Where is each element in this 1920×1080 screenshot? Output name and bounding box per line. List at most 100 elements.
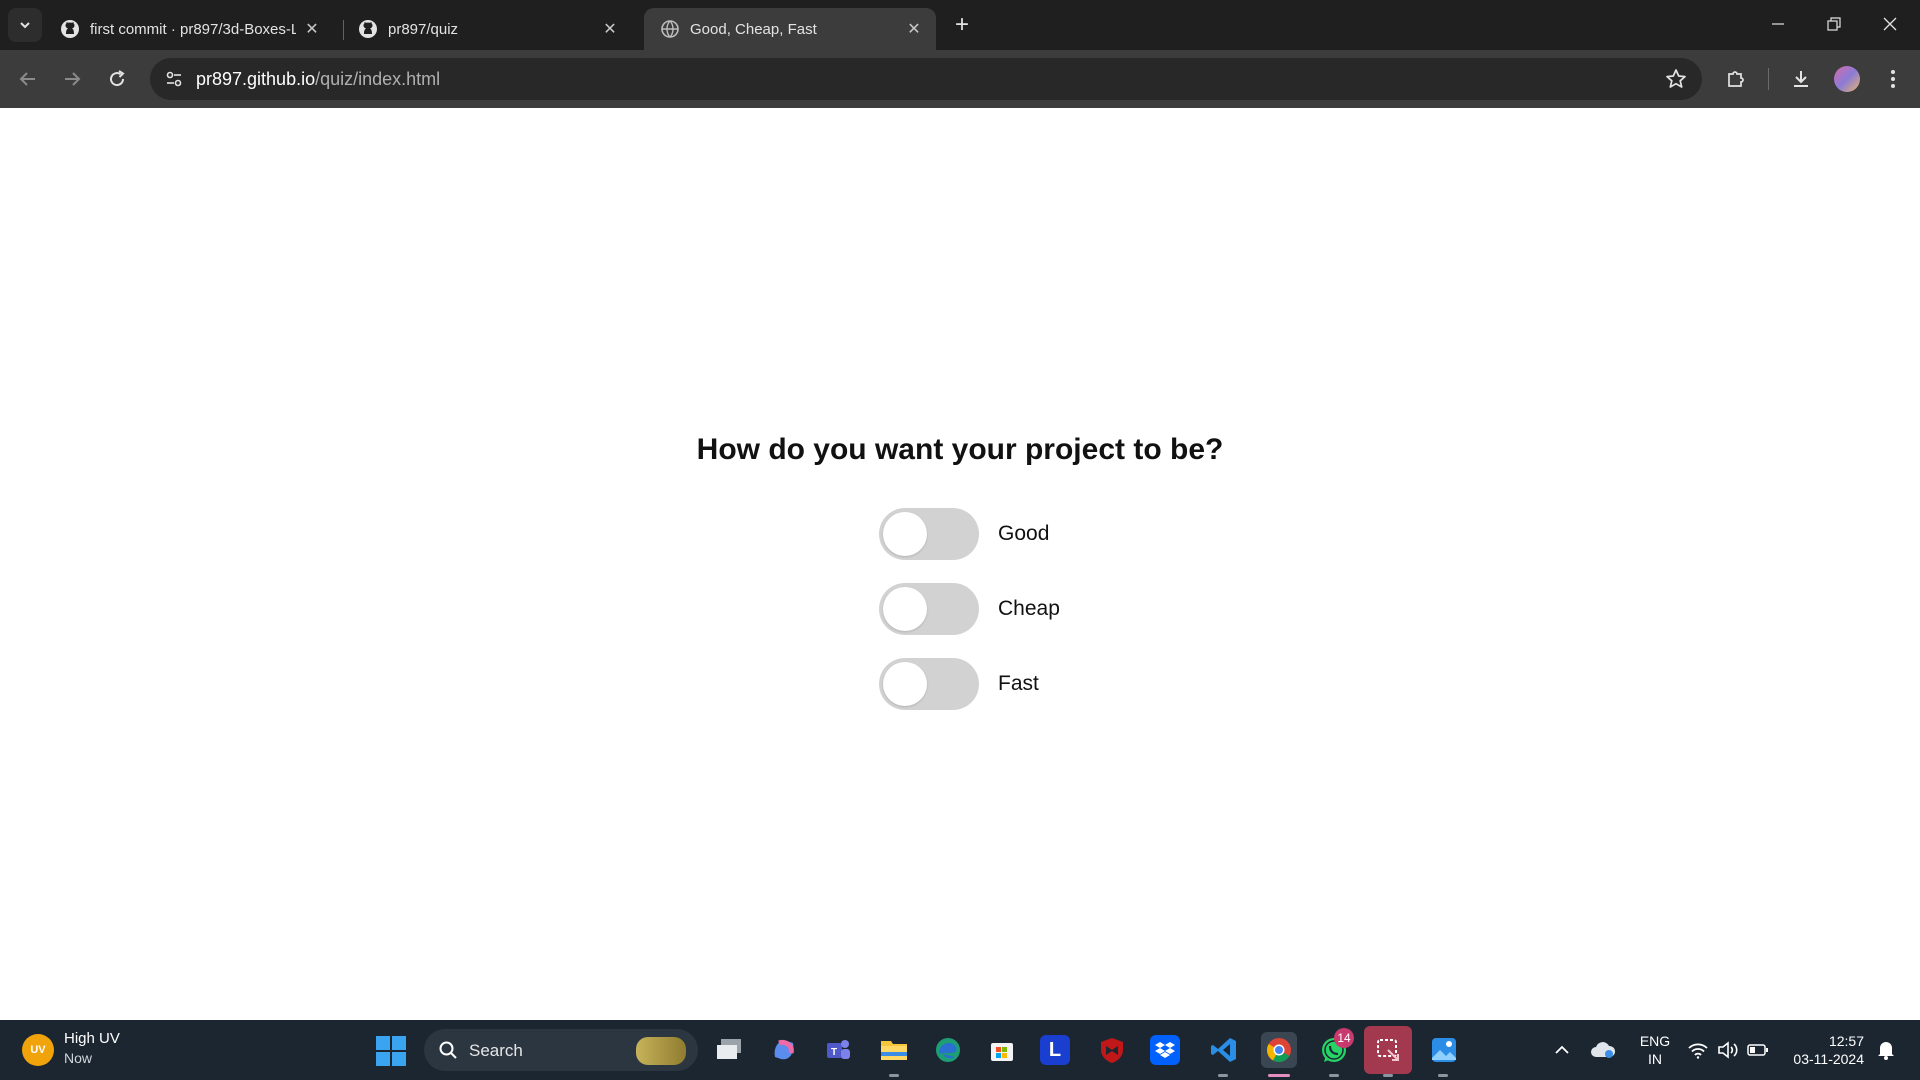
- battery-button[interactable]: [1746, 1038, 1770, 1062]
- notification-badge: 14: [1334, 1028, 1354, 1048]
- option-cheap: Cheap: [879, 583, 1060, 635]
- dropbox-button[interactable]: [1150, 1035, 1180, 1065]
- close-window-button[interactable]: [1862, 0, 1918, 48]
- toggle-knob: [883, 512, 927, 556]
- taskbar-search[interactable]: Search: [424, 1029, 698, 1071]
- windows-taskbar: UV High UV Now Search T L 14 ENG IN 12:5…: [0, 1020, 1920, 1080]
- language-indicator[interactable]: ENG IN: [1634, 1032, 1676, 1068]
- l-app-icon: L: [1048, 1038, 1062, 1061]
- show-hidden-icons-button[interactable]: [1552, 1038, 1572, 1062]
- downloads-button[interactable]: [1785, 63, 1817, 95]
- extensions-button[interactable]: [1720, 63, 1752, 95]
- snipping-tool-button[interactable]: [1364, 1026, 1412, 1074]
- windows-start-button[interactable]: [376, 1036, 406, 1066]
- notifications-button[interactable]: [1875, 1038, 1897, 1062]
- tab-label: pr897/quiz: [388, 20, 459, 38]
- new-tab-button[interactable]: +: [948, 11, 976, 39]
- tab-first-commit[interactable]: first commit · pr897/3d-Boxes-L ✕: [44, 8, 334, 50]
- option-label: Cheap: [998, 597, 1060, 620]
- dropbox-icon: [1155, 1042, 1175, 1058]
- volume-button[interactable]: [1716, 1038, 1740, 1062]
- tab-search-button[interactable]: [8, 8, 42, 42]
- arrow-left-icon: [19, 72, 35, 86]
- running-indicator: [889, 1074, 899, 1077]
- plus-icon: +: [954, 11, 969, 38]
- option-good: Good: [879, 508, 1049, 560]
- active-indicator: [1268, 1074, 1290, 1077]
- task-view-icon: [717, 1039, 741, 1059]
- store-icon: [991, 1043, 1013, 1061]
- toggle-knob: [883, 587, 927, 631]
- toggle-cheap[interactable]: [879, 583, 979, 635]
- restore-icon: [1827, 17, 1841, 31]
- chrome-icon: [1267, 1038, 1291, 1063]
- toolbar-divider: [1768, 68, 1769, 90]
- clock[interactable]: 12:57 03-11-2024: [1784, 1032, 1864, 1068]
- photos-button[interactable]: [1426, 1032, 1462, 1068]
- task-view-button[interactable]: [712, 1032, 748, 1068]
- forward-button[interactable]: [54, 61, 90, 97]
- cloud-icon: [1591, 1042, 1616, 1058]
- running-indicator: [1329, 1074, 1339, 1077]
- teams-icon: T: [827, 1040, 850, 1059]
- mcafee-button[interactable]: [1094, 1032, 1130, 1068]
- clock-time: 12:57: [1828, 1033, 1864, 1049]
- onedrive-button[interactable]: [1590, 1038, 1616, 1062]
- minimize-button[interactable]: [1750, 0, 1806, 48]
- battery-icon: [1747, 1044, 1768, 1056]
- github-icon: [60, 19, 80, 39]
- search-icon: [439, 1041, 457, 1059]
- mcafee-shield-icon: [1101, 1038, 1123, 1063]
- browser-toolbar: pr897.github.io/quiz/index.html: [0, 50, 1920, 108]
- region-code: IN: [1648, 1051, 1662, 1067]
- tab-label: first commit · pr897/3d-Boxes-L: [90, 20, 296, 38]
- close-tab-icon[interactable]: ✕: [902, 17, 926, 41]
- page-content: How do you want your project to be? Good…: [0, 108, 1920, 1020]
- wifi-icon: [1688, 1043, 1708, 1059]
- file-explorer-button[interactable]: [876, 1032, 912, 1068]
- tab-label: Good, Cheap, Fast: [690, 20, 817, 38]
- vscode-button[interactable]: [1206, 1032, 1242, 1068]
- site-info-button[interactable]: [158, 63, 190, 95]
- reload-button[interactable]: [99, 61, 135, 97]
- url-path: /quiz/index.html: [315, 69, 441, 89]
- restore-button[interactable]: [1806, 0, 1862, 48]
- windows-logo-icon: [376, 1052, 390, 1066]
- page-title: How do you want your project to be?: [696, 433, 1224, 466]
- option-label: Good: [998, 522, 1050, 545]
- running-indicator: [1383, 1074, 1393, 1077]
- running-indicator: [1438, 1074, 1448, 1077]
- uv-icon: UV: [22, 1034, 54, 1066]
- weather-title: High UV: [64, 1030, 120, 1047]
- clock-date: 03-11-2024: [1793, 1051, 1864, 1067]
- toggle-good[interactable]: [879, 508, 979, 560]
- more-vertical-icon: [1891, 70, 1895, 88]
- menu-button[interactable]: [1877, 63, 1909, 95]
- copilot-button[interactable]: [766, 1032, 802, 1068]
- speaker-icon: [1718, 1041, 1738, 1059]
- browser-titlebar: first commit · pr897/3d-Boxes-L ✕ pr897/…: [0, 0, 1920, 50]
- toggle-knob: [883, 662, 927, 706]
- tab-pr897-quiz[interactable]: pr897/quiz ✕: [342, 8, 632, 50]
- close-tab-icon[interactable]: ✕: [300, 17, 324, 41]
- option-label: Fast: [998, 672, 1039, 695]
- avatar: [1834, 66, 1860, 92]
- wifi-button[interactable]: [1686, 1038, 1710, 1062]
- tab-good-cheap-fast[interactable]: Good, Cheap, Fast ✕: [644, 8, 936, 50]
- photos-icon: [1432, 1038, 1456, 1062]
- svg-text:T: T: [831, 1047, 837, 1058]
- minimize-icon: [1772, 23, 1784, 25]
- address-bar[interactable]: pr897.github.io/quiz/index.html: [150, 58, 1702, 100]
- back-button[interactable]: [10, 61, 46, 97]
- close-tab-icon[interactable]: ✕: [598, 17, 622, 41]
- url-text: pr897.github.io/quiz/index.html: [196, 69, 440, 90]
- bookmark-button[interactable]: [1664, 67, 1688, 91]
- edge-icon: [936, 1038, 960, 1062]
- l-app-button[interactable]: L: [1040, 1035, 1070, 1065]
- edge-button[interactable]: [930, 1032, 966, 1068]
- microsoft-store-button[interactable]: [984, 1032, 1020, 1068]
- teams-button[interactable]: T: [820, 1032, 856, 1068]
- chrome-button[interactable]: [1261, 1032, 1297, 1068]
- profile-button[interactable]: [1831, 63, 1863, 95]
- toggle-fast[interactable]: [879, 658, 979, 710]
